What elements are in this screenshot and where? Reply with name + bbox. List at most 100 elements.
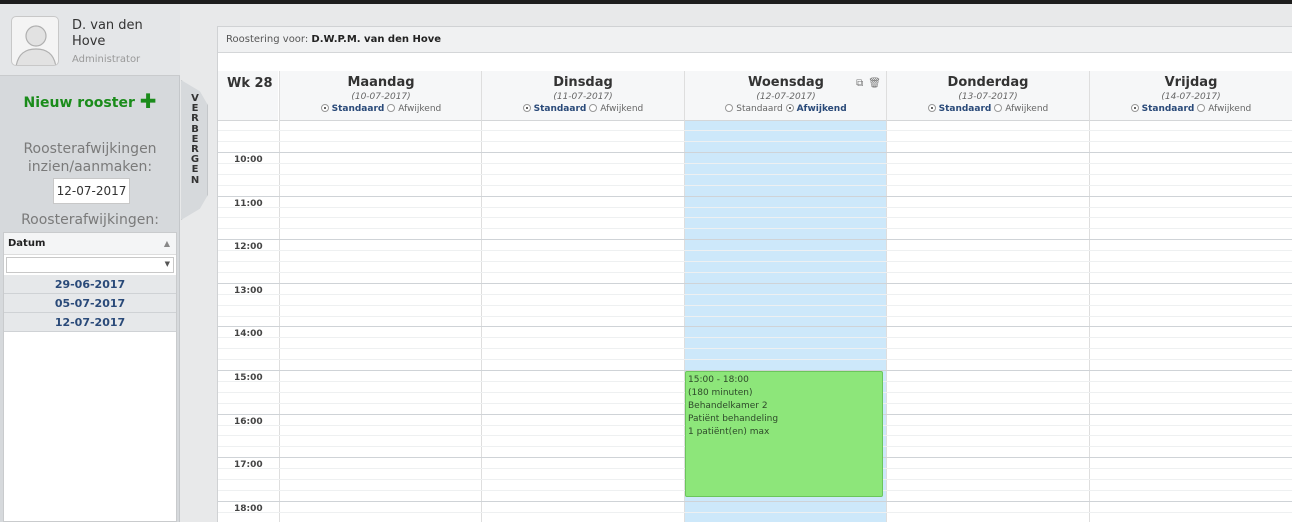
- standard-radio[interactable]: [320, 104, 329, 112]
- grid-line: [218, 228, 1292, 229]
- date-column-header[interactable]: Datum ▲: [4, 233, 176, 255]
- hour-label: 18:00: [234, 504, 263, 514]
- deviant-option-label[interactable]: Afwijkend: [1208, 104, 1251, 114]
- standard-option-label[interactable]: Standaard: [534, 104, 587, 114]
- event-line: Behandelkamer 2: [688, 401, 768, 411]
- deviant-option-label[interactable]: Afwijkend: [1005, 104, 1048, 114]
- deviations-rows: 29-06-2017 05-07-2017 12-07-2017: [4, 275, 176, 332]
- grid-line: [218, 239, 1292, 240]
- grid-line: [218, 294, 1292, 295]
- hour-label: 13:00: [234, 286, 263, 296]
- standard-option-label[interactable]: Standaard: [939, 104, 992, 114]
- event-line: (180 minuten): [688, 388, 753, 398]
- deviant-option-label[interactable]: Afwijkend: [797, 104, 847, 114]
- hour-label: 12:00: [234, 242, 263, 252]
- copy-icon[interactable]: ⧉: [856, 78, 863, 89]
- hour-label: 10:00: [234, 155, 263, 165]
- day-mode-options: Standaard Afwijkend: [685, 103, 887, 116]
- day-column-donderdag[interactable]: [886, 121, 1089, 522]
- day-date: (12-07-2017): [756, 92, 816, 102]
- day-mode-options: Standaard Afwijkend: [482, 103, 684, 116]
- deviant-option-label[interactable]: Afwijkend: [600, 104, 643, 114]
- standard-radio[interactable]: [1130, 104, 1139, 112]
- deviations-table: Datum ▲ ▼ 29-06-2017 05-07-2017 12-07-2017: [3, 232, 177, 522]
- day-header-donderdag: Donderdag (13-07-2017) Standaard Afwijken…: [886, 71, 1089, 121]
- plus-icon: ✚: [139, 89, 157, 113]
- schedule-panel: Roostering voor: D.W.P.M. van den Hove W…: [217, 26, 1292, 522]
- user-role: Administrator: [72, 54, 141, 65]
- standard-option-label[interactable]: Standaard: [1142, 104, 1195, 114]
- day-header-woensdag: Woensdag (12-07-2017) Standaard Afwijkend…: [684, 71, 887, 121]
- date-column-label: Datum: [8, 238, 46, 249]
- standard-option-label[interactable]: Standaard: [332, 104, 385, 114]
- grid-line: [218, 250, 1292, 251]
- day-mode-options: Standaard Afwijkend: [887, 103, 1089, 116]
- sort-icon[interactable]: ▲: [164, 233, 170, 255]
- event-line: 1 patiënt(en) max: [688, 427, 770, 437]
- user-name: D. van den Hove: [72, 18, 143, 49]
- day-mode-options: Standaard Afwijkend: [1090, 103, 1292, 116]
- date-filter-select[interactable]: ▼: [6, 257, 174, 273]
- standard-radio[interactable]: [927, 104, 936, 112]
- day-date: (13-07-2017): [958, 92, 1018, 102]
- calendar-event[interactable]: 15:00 - 18:00 (180 minuten) Behandelkamer …: [685, 371, 883, 497]
- hour-label: 16:00: [234, 417, 263, 427]
- grid-line: [218, 130, 1292, 131]
- day-name: Vrijdag: [1164, 75, 1218, 90]
- day-mode-options: Standaard Afwijkend: [280, 103, 482, 116]
- deviant-option-label[interactable]: Afwijkend: [398, 104, 441, 114]
- grid-line: [218, 141, 1292, 142]
- deviant-radio[interactable]: [387, 104, 396, 112]
- event-line: Patiënt behandeling: [688, 414, 779, 424]
- schedule-header: Roostering voor: D.W.P.M. van den Hove: [218, 27, 1292, 53]
- hour-label: 11:00: [234, 199, 263, 209]
- grid-line: [218, 512, 1292, 513]
- grid-line: [218, 272, 1292, 273]
- hour-label: 17:00: [234, 460, 263, 470]
- standard-option-label[interactable]: Standaard: [736, 104, 782, 114]
- hide-tab-letter: N: [190, 174, 200, 186]
- trash-icon[interactable]: 🗑: [868, 78, 881, 89]
- grid-line: [218, 283, 1292, 284]
- deviant-radio[interactable]: [1197, 104, 1206, 112]
- sidebar: D. van den Hove Administrator Nieuw roos…: [0, 4, 180, 522]
- day-actions: ⧉ 🗑: [851, 78, 881, 89]
- top-bar: [0, 0, 1292, 4]
- grid-line: [218, 152, 1292, 153]
- grid-line: [218, 348, 1292, 349]
- standard-radio[interactable]: [522, 104, 531, 112]
- user-silhouette-icon: [15, 25, 57, 65]
- day-date: (14-07-2017): [1161, 92, 1221, 102]
- grid-line: [218, 316, 1292, 317]
- deviations-label: Roosterafwijkingen inzien/aanmaken:: [23, 141, 157, 175]
- grid-line: [218, 261, 1292, 262]
- grid-line: [218, 337, 1292, 338]
- chevron-down-icon: ▼: [164, 260, 170, 268]
- day-date: (10-07-2017): [351, 92, 411, 102]
- hide-sidebar-label: VERBERGEN: [190, 93, 200, 186]
- day-column-vrijdag[interactable]: [1089, 121, 1292, 522]
- deviation-row[interactable]: 12-07-2017: [4, 313, 176, 332]
- week-calendar: Wk 28 Maandag (10-07-2017) Standaard Afwi…: [218, 71, 1292, 522]
- deviation-row[interactable]: 29-06-2017: [4, 275, 176, 294]
- deviation-date-input[interactable]: 12-07-2017: [53, 178, 130, 204]
- day-name: Dinsdag: [553, 75, 613, 90]
- new-schedule-button[interactable]: Nieuw rooster ✚: [0, 91, 180, 111]
- day-column-maandag[interactable]: [279, 121, 482, 522]
- user-card: D. van den Hove Administrator: [0, 4, 180, 76]
- grid-line: [218, 196, 1292, 197]
- grid-line: [218, 174, 1292, 175]
- day-header-maandag: Maandag (10-07-2017) Standaard Afwijkend: [279, 71, 482, 121]
- day-header-vrijdag: Vrijdag (14-07-2017) Standaard Afwijkend: [1089, 71, 1292, 121]
- grid-line: [218, 501, 1292, 502]
- grid-line: [218, 305, 1292, 306]
- day-column-dinsdag[interactable]: [481, 121, 684, 522]
- grid-line: [218, 359, 1292, 360]
- deviant-radio[interactable]: [994, 104, 1003, 112]
- new-schedule-label: Nieuw rooster: [23, 95, 135, 111]
- deviant-radio[interactable]: [589, 104, 598, 112]
- standard-radio[interactable]: [725, 104, 734, 112]
- deviation-row[interactable]: 05-07-2017: [4, 294, 176, 313]
- deviant-radio[interactable]: [785, 104, 794, 112]
- week-number: Wk 28: [218, 71, 278, 121]
